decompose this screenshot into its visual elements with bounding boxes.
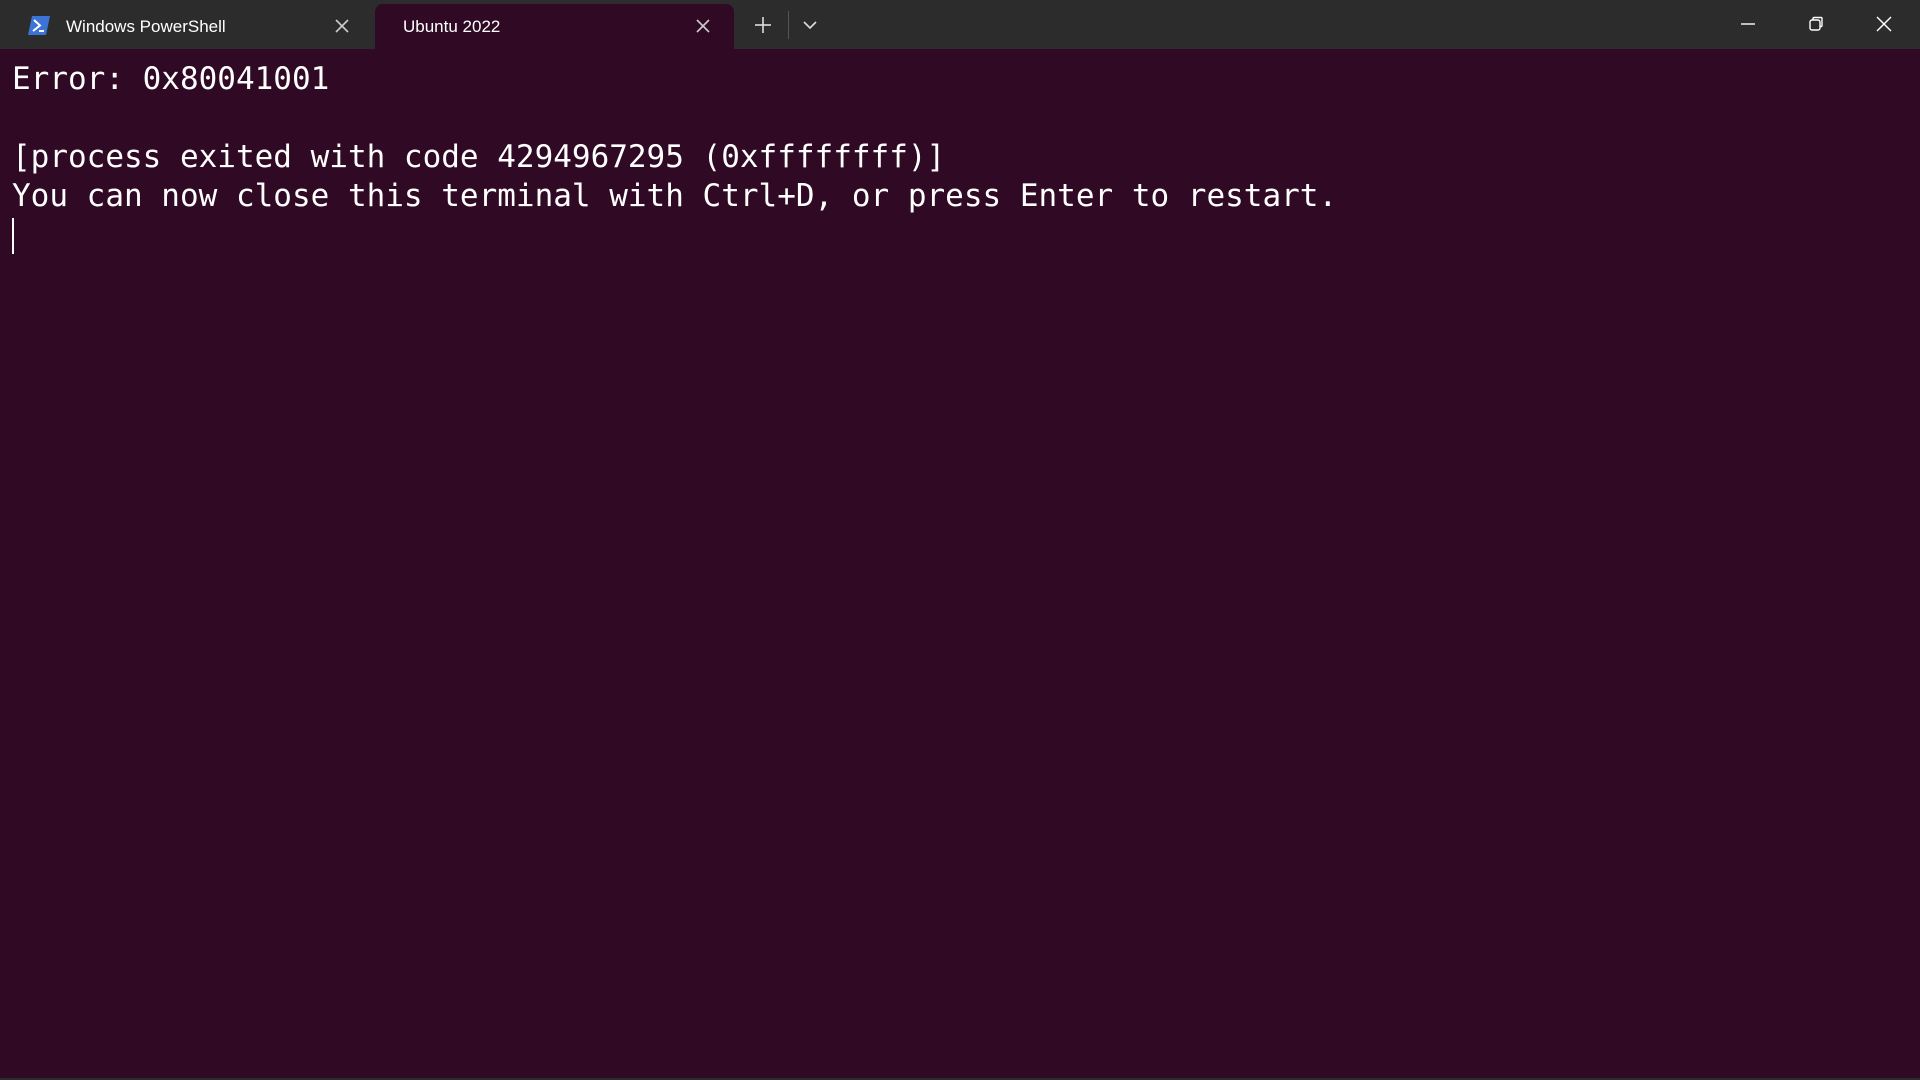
terminal-output[interactable]: Error: 0x80041001 [process exited with c… — [0, 49, 1920, 1078]
chevron-down-icon[interactable] — [798, 13, 822, 37]
tab-separator — [788, 11, 789, 39]
restore-icon — [1809, 16, 1823, 31]
tab-windows-powershell[interactable]: Windows PowerShell — [10, 4, 365, 49]
restore-button[interactable] — [1782, 0, 1850, 48]
tab-title: Ubuntu 2022 — [403, 17, 501, 36]
terminal-line-error: Error: 0x80041001 — [12, 61, 330, 97]
tab-close-icon[interactable] — [693, 16, 713, 36]
close-window-button[interactable] — [1850, 0, 1918, 48]
terminal-window: Windows PowerShell Ubuntu 2022 Error: 0x… — [0, 0, 1920, 1080]
terminal-line-exit-code: [process exited with code 4294967295 (0x… — [12, 139, 946, 175]
new-tab-plus-icon[interactable] — [751, 13, 775, 37]
terminal-line-instructions: You can now close this terminal with Ctr… — [12, 178, 1338, 214]
minimize-icon — [1741, 23, 1755, 25]
powershell-icon — [28, 16, 50, 35]
tab-close-icon[interactable] — [332, 16, 352, 36]
close-icon — [1876, 16, 1892, 32]
tab-title: Windows PowerShell — [66, 17, 226, 36]
title-bar[interactable]: Windows PowerShell Ubuntu 2022 — [0, 0, 1920, 49]
terminal-cursor-line — [12, 216, 1908, 255]
minimize-button[interactable] — [1714, 0, 1782, 48]
tab-ubuntu-2022[interactable]: Ubuntu 2022 — [375, 4, 734, 49]
text-cursor — [12, 218, 14, 254]
